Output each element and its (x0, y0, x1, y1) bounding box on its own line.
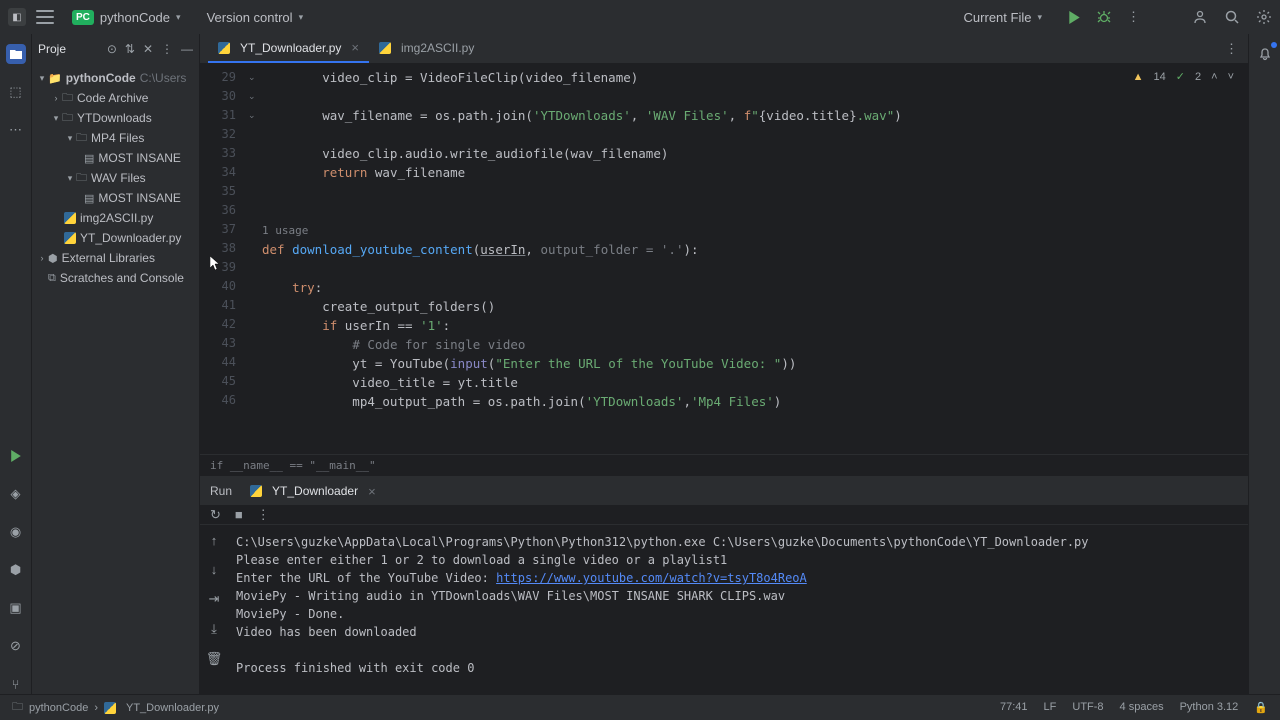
stop-icon[interactable]: ■ (235, 507, 243, 522)
notifications-icon[interactable] (1255, 44, 1275, 64)
file-encoding[interactable]: UTF-8 (1072, 701, 1103, 714)
version-control-menu[interactable]: Version control ▾ (199, 6, 312, 29)
run-output[interactable]: C:\Users\guzke\AppData\Local\Programs\Py… (228, 525, 1248, 694)
status-bar: 🗀pythonCode › YT_Downloader.py 77:41 LF … (0, 694, 1280, 720)
clear-icon[interactable]: 🗑 (206, 651, 223, 667)
bookmarks-tool-icon[interactable]: ⋯ (6, 120, 26, 140)
check-icon: ✓ (1176, 70, 1185, 83)
url-link[interactable]: https://www.youtube.com/watch?v=tsyT8o4R… (496, 571, 807, 585)
next-highlight-icon[interactable]: ˅ (1228, 71, 1234, 83)
tab-img2ascii[interactable]: img2ASCII.py (369, 34, 484, 63)
usage-hint: 1 usage (262, 224, 308, 237)
services-tool-icon[interactable]: ⬢ (6, 560, 26, 580)
expand-all-icon[interactable]: ⇅ (125, 42, 135, 56)
tree-folder-code-archive[interactable]: ›🗀Code Archive (32, 88, 199, 108)
debug-button[interactable] (1097, 10, 1111, 24)
soft-wrap-icon[interactable]: ⇥ (209, 591, 220, 607)
run-tool-icon[interactable] (6, 446, 26, 466)
close-tab-icon[interactable]: × (351, 40, 359, 55)
tree-file-mp4-item[interactable]: ▤MOST INSANE (32, 148, 199, 168)
chevron-down-icon: ▾ (299, 12, 304, 23)
structure-tool-icon[interactable]: ⬚ (6, 82, 26, 102)
code-content[interactable]: video_clip = VideoFileClip(video_filenam… (262, 64, 1248, 454)
terminal-tool-icon[interactable]: ▣ (6, 598, 26, 618)
run-title: Run (210, 484, 232, 498)
prev-highlight-icon[interactable]: ˄ (1211, 71, 1217, 83)
editor-tabs: YT_Downloader.py× img2ASCII.py ⋮ (200, 34, 1248, 64)
indent-setting[interactable]: 4 spaces (1120, 701, 1164, 714)
search-icon[interactable] (1224, 9, 1240, 25)
run-more-icon[interactable]: ⋮ (257, 507, 270, 523)
problems-tool-icon[interactable]: ⊘ (6, 636, 26, 656)
tree-file-wav-item[interactable]: ▤MOST INSANE (32, 188, 199, 208)
run-button[interactable] (1068, 11, 1081, 24)
tree-external-libraries[interactable]: ›⬢External Libraries (32, 248, 199, 268)
hamburger-menu-icon[interactable] (36, 10, 54, 24)
select-opened-file-icon[interactable]: ⊙ (107, 42, 117, 56)
left-tool-strip: ⬚ ⋯ ◈ ◉ ⬢ ▣ ⊘ ⑂ (0, 34, 32, 694)
chevron-down-icon: ▾ (1037, 12, 1042, 23)
inspections-widget[interactable]: ▲ 14 ✓ 2 ˄ ˅ (1133, 70, 1234, 83)
tree-folder-mp4[interactable]: ▾🗀MP4 Files (32, 128, 199, 148)
tree-scratches[interactable]: ⧉Scratches and Console (32, 268, 199, 288)
fold-column[interactable]: ⌄⌄⌄ (248, 64, 262, 454)
code-with-me-icon[interactable] (1192, 9, 1208, 25)
project-tool-icon[interactable] (6, 44, 26, 64)
status-breadcrumb[interactable]: 🗀pythonCode › YT_Downloader.py (12, 698, 219, 717)
run-tab[interactable]: YT_Downloader× (242, 482, 384, 501)
down-icon[interactable]: ↓ (211, 562, 218, 577)
settings-icon[interactable] (1256, 9, 1272, 25)
lock-icon[interactable]: 🔒 (1254, 701, 1268, 714)
run-output-gutter: ↑ ↓ ⇥ ⤓ 🗑 (200, 525, 228, 694)
more-icon[interactable]: ⋮ (161, 42, 173, 56)
tree-root[interactable]: ▾📁pythonCodeC:\Users (32, 68, 199, 88)
tab-yt-downloader[interactable]: YT_Downloader.py× (208, 34, 369, 63)
app-logo: ◧ (8, 8, 26, 26)
cursor-position[interactable]: 77:41 (1000, 701, 1028, 714)
scroll-end-icon[interactable]: ⤓ (211, 621, 217, 637)
run-config-selector[interactable]: Current File ▾ (954, 6, 1052, 29)
warning-count: 14 (1154, 71, 1166, 83)
tree-file-img2ascii[interactable]: img2ASCII.py (32, 208, 199, 228)
project-name: pythonCode (100, 10, 170, 25)
rerun-icon[interactable]: ↻ (210, 507, 221, 523)
chevron-down-icon: ▾ (176, 12, 181, 23)
collapse-icon[interactable]: ✕ (143, 42, 153, 56)
line-gutter: 293031323334353637383940414243444546 (200, 64, 248, 454)
up-icon[interactable]: ↑ (211, 533, 218, 548)
code-editor[interactable]: 293031323334353637383940414243444546 ⌄⌄⌄… (200, 64, 1248, 454)
titlebar: ◧ PC pythonCode ▾ Version control ▾ Curr… (0, 0, 1280, 34)
project-tree: ▾📁pythonCodeC:\Users ›🗀Code Archive ▾🗀YT… (32, 64, 199, 292)
more-actions-icon[interactable]: ⋮ (1127, 9, 1140, 25)
warning-icon: ▲ (1133, 71, 1144, 83)
tree-file-ytdownloader[interactable]: YT_Downloader.py (32, 228, 199, 248)
check-count: 2 (1195, 71, 1201, 83)
version-control-label: Version control (207, 10, 293, 25)
close-run-tab-icon[interactable]: × (368, 484, 376, 499)
run-config-label: Current File (964, 10, 1032, 25)
version-control-tool-icon[interactable]: ⑂ (6, 674, 26, 694)
pycharm-badge: PC (72, 10, 94, 25)
tree-folder-ytdownloads[interactable]: ▾🗀YTDownloads (32, 108, 199, 128)
project-sidebar: Proje ⊙ ⇅ ✕ ⋮ — ▾📁pythonCodeC:\Users ›🗀C… (32, 34, 200, 694)
sidebar-title: Proje (38, 42, 66, 56)
project-selector[interactable]: PC pythonCode ▾ (64, 6, 189, 29)
editor-breadcrumb[interactable]: if __name__ == "__main__" (200, 454, 1248, 476)
run-panel: Run YT_Downloader× ↻ ■ ⋮ ↑ ↓ ⇥ ⤓ 🗑 C:\Us… (200, 476, 1248, 694)
line-separator[interactable]: LF (1044, 701, 1057, 714)
tab-more-icon[interactable]: ⋮ (1225, 41, 1238, 57)
hide-icon[interactable]: — (181, 42, 193, 56)
tree-folder-wav[interactable]: ▾🗀WAV Files (32, 168, 199, 188)
right-tool-strip (1248, 34, 1280, 694)
python-packages-icon[interactable]: ◈ (6, 484, 26, 504)
interpreter[interactable]: Python 3.12 (1180, 701, 1239, 714)
python-console-icon[interactable]: ◉ (6, 522, 26, 542)
